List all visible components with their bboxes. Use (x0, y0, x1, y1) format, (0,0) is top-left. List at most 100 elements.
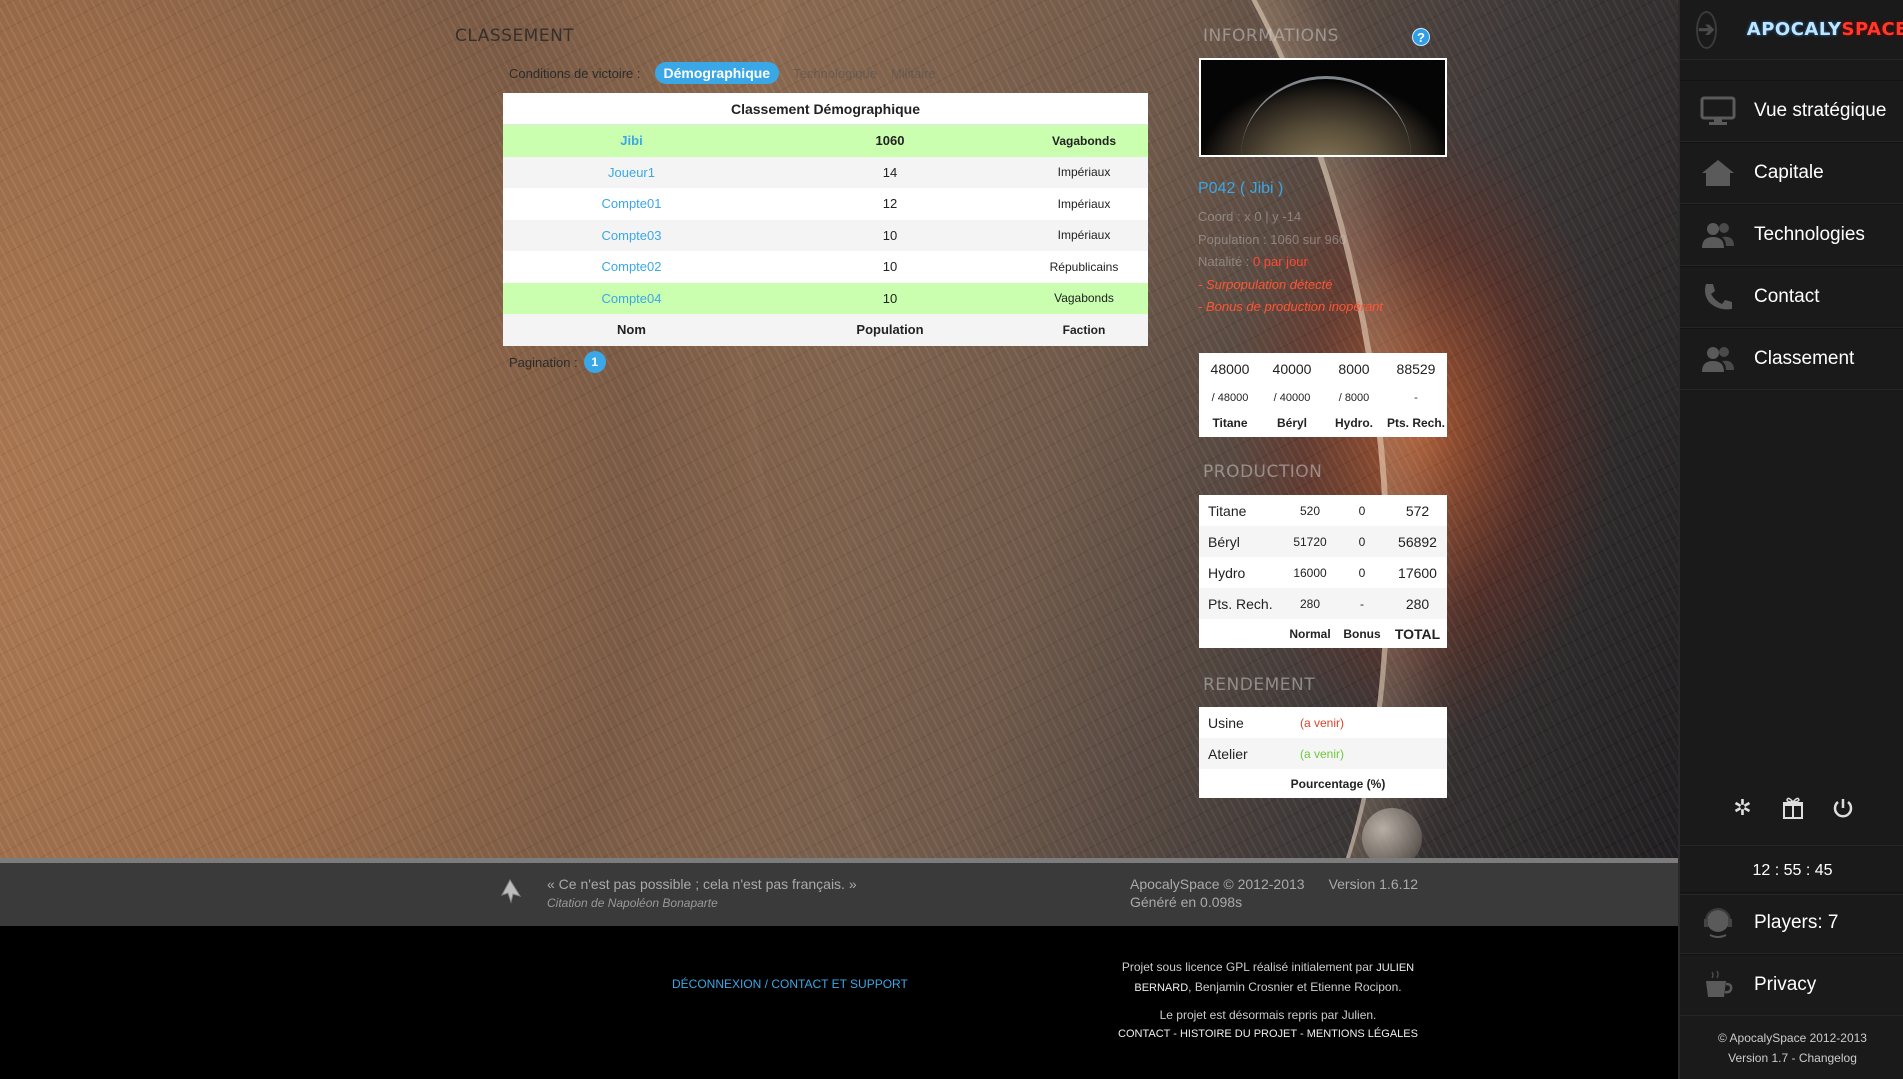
support-link[interactable]: CONTACT ET SUPPORT (771, 977, 907, 991)
settings-icon[interactable]: ✲ (1730, 795, 1756, 821)
player-link[interactable]: Jibi (503, 133, 760, 148)
sidebar-item-technologies[interactable]: Technologies (1680, 204, 1903, 266)
quote-text: « Ce n'est pas possible ; cela n'est pas… (547, 876, 857, 892)
faction-value: Républicains (1049, 259, 1119, 274)
rendement-value: (a venir) (1299, 746, 1344, 761)
copyright-text: ApocalySpace © 2012-2013 (1130, 876, 1305, 892)
pagination-label: Pagination : (509, 354, 578, 370)
credits-text: Projet sous licence GPL réalisé initiale… (1118, 958, 1418, 998)
logo-accent: SPACE (1841, 19, 1903, 40)
total-value: 17600 (1398, 564, 1437, 581)
population-value: 14 (882, 164, 898, 180)
bottom-footer (0, 926, 1678, 1079)
sidebar-item-vue-strategique[interactable]: Vue stratégique (1680, 80, 1903, 142)
planet-name[interactable]: P042 ( Jibi ) (1198, 180, 1283, 198)
table-row: Compte04 10 Vagabonds (503, 282, 1148, 314)
resource-cap: / 8000 (1338, 391, 1370, 404)
sidebar-bottom: Players: 7 Privacy (1680, 892, 1903, 1016)
faction-value: Impériaux (1057, 228, 1111, 243)
tab-demographique[interactable]: Démographique (654, 62, 780, 84)
player-link[interactable]: Compte04 (503, 291, 760, 306)
monitor-icon (1698, 94, 1738, 128)
sidebar-item-contact[interactable]: Contact (1680, 266, 1903, 328)
column-header-population: Population (856, 322, 924, 338)
tab-militaire[interactable]: Militaire (891, 66, 936, 81)
table-header-row: Nom Population Faction (503, 314, 1148, 346)
sidebar-item-capitale[interactable]: Capitale (1680, 142, 1903, 204)
planet-atmosphere (1241, 76, 1411, 155)
warning-bonus: - Bonus de production inopérant (1198, 299, 1384, 314)
logout-link[interactable]: DÉCONNEXION (672, 977, 761, 991)
pagination: Pagination : 1 (509, 351, 606, 373)
resource-name: Hydro. (1334, 415, 1373, 430)
sidebar-item-label: Technologies (1754, 224, 1865, 245)
moon (1362, 808, 1422, 860)
sidebar-item-privacy[interactable]: Privacy (1680, 954, 1903, 1016)
sidebar-item-players[interactable]: Players: 7 (1680, 892, 1903, 954)
table-row: Atelier (a venir) (1199, 738, 1447, 769)
informations-title: INFORMATIONS (1203, 26, 1339, 46)
logo-main: APOCALY (1746, 19, 1842, 40)
gift-icon[interactable] (1780, 795, 1806, 821)
population-value: 10 (882, 290, 898, 306)
resource-amount: 88529 (1396, 361, 1436, 377)
normal-value: 51720 (1293, 534, 1327, 549)
changelog-link[interactable]: Version 1.7 - Changelog (1680, 1048, 1903, 1068)
table-row: Usine (a venir) (1199, 707, 1447, 738)
player-link[interactable]: Compte02 (503, 259, 760, 274)
ranking-table: Classement Démographique Jibi 1060 Vagab… (503, 93, 1148, 346)
table-row: Compte01 12 Impériaux (503, 188, 1148, 220)
sidebar-footer: © ApocalySpace 2012-2013 Version 1.7 - C… (1680, 1015, 1903, 1068)
footer-links: DÉCONNEXION / CONTACT ET SUPPORT (672, 977, 908, 991)
natalite-value: 0 par jour (1252, 254, 1308, 269)
table-row: Jibi 1060 Vagabonds (503, 125, 1148, 157)
table-row: Compte02 10 Républicains (503, 251, 1148, 283)
users-icon (1698, 218, 1738, 252)
logo[interactable]: APOCALYSPACE (1747, 19, 1903, 40)
player-link[interactable]: Joueur1 (503, 165, 760, 180)
player-link[interactable]: Compte01 (503, 196, 760, 211)
victory-label: Conditions de victoire : (509, 65, 641, 81)
credits-links[interactable]: Contact - Histoire du projet - Mentions … (1118, 1025, 1418, 1044)
table-row: Hydro 16000 0 17600 (1199, 557, 1447, 588)
warning-overpopulation: - Surpopulation détecté (1198, 276, 1333, 292)
resource-name: Béryl (1276, 415, 1308, 430)
table-row: Titane 520 0 572 (1199, 495, 1447, 526)
faction-value: Impériaux (1057, 165, 1111, 180)
arrow-right-icon[interactable]: ➔ (1696, 10, 1717, 49)
copyright-line: ApocalySpace © 2012-2013 Version 1.6.12 (1130, 876, 1418, 892)
rendement-table: Usine (a venir) Atelier (a venir) Pource… (1199, 707, 1447, 798)
sidebar-item-label: Capitale (1754, 162, 1824, 183)
quote-author: Citation de Napoléon Bonaparte (547, 896, 718, 910)
sidebar-copyright: © ApocalySpace 2012-2013 (1718, 1031, 1867, 1045)
power-icon[interactable] (1830, 795, 1856, 821)
project-credits: Projet sous licence GPL réalisé initiale… (1118, 958, 1418, 1044)
planet-details: Coord : x 0 | y -14 Population : 1060 su… (1198, 206, 1383, 319)
production-table: Titane 520 0 572 Béryl 51720 0 56892 Hyd… (1199, 495, 1447, 648)
resource-cap: - (1414, 391, 1418, 404)
sidebar-item-classement[interactable]: Classement (1680, 328, 1903, 390)
credits-intro: Projet sous licence GPL réalisé initiale… (1121, 960, 1377, 974)
tab-technologique[interactable]: Technologique (793, 66, 877, 81)
ranking-title: CLASSEMENT (455, 26, 575, 46)
column-header-faction: Faction (1062, 322, 1106, 337)
link-separator: / (761, 977, 772, 991)
resource-name: Titane (1208, 502, 1247, 519)
column-header-normal: Normal (1289, 626, 1331, 641)
planet-population: Population : 1060 sur 960 (1198, 231, 1347, 247)
users-icon (1698, 342, 1738, 376)
bonus-value: 0 (1358, 565, 1366, 580)
sidebar: ➔ APOCALYSPACE Vue stratégique Capitale … (1678, 0, 1903, 1079)
coffee-icon (1698, 968, 1738, 1002)
victory-conditions: Conditions de victoire : Démographique T… (509, 62, 936, 84)
player-link[interactable]: Compte03 (503, 228, 760, 243)
sidebar-header: ➔ APOCALYSPACE (1680, 0, 1903, 60)
table-row: Pts. Rech. 280 - 280 (1199, 588, 1447, 619)
help-icon[interactable]: ? (1412, 28, 1430, 46)
population-value: 12 (882, 196, 898, 212)
page-button[interactable]: 1 (583, 351, 606, 373)
rendement-value: (a venir) (1299, 715, 1344, 730)
planet-coord: Coord : x 0 | y -14 (1198, 209, 1302, 224)
support-headset-icon (1698, 906, 1738, 940)
